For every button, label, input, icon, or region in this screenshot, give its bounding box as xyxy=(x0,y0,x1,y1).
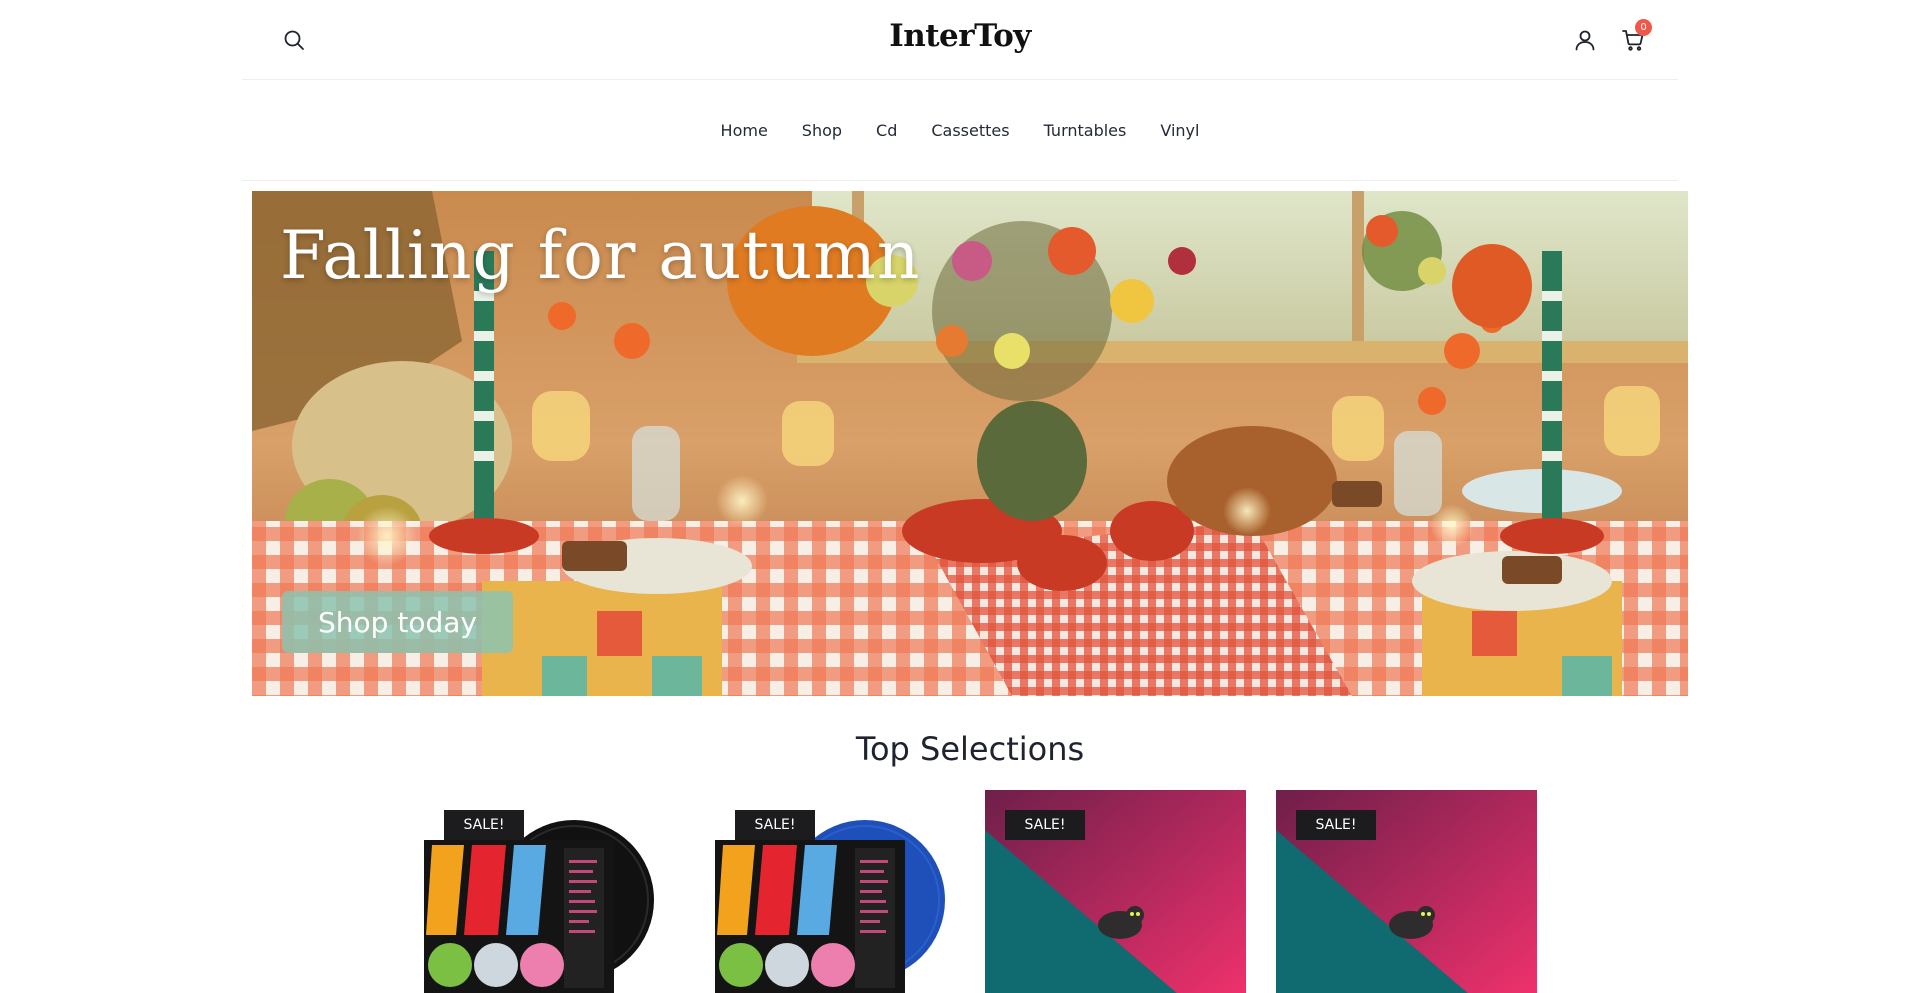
cart-button[interactable]: 0 xyxy=(1617,19,1652,56)
nav-item-shop[interactable]: Shop xyxy=(785,121,859,140)
search-icon xyxy=(284,30,304,50)
product-card[interactable]: SALE! xyxy=(424,790,685,993)
user-icon xyxy=(1575,30,1595,51)
section-title-top-selections: Top Selections xyxy=(855,730,1085,768)
nav-item-turntables[interactable]: Turntables xyxy=(1027,121,1144,140)
product-card[interactable]: SALE! xyxy=(985,790,1246,993)
cart-count-badge: 0 xyxy=(1635,19,1652,36)
nav-item-home[interactable]: Home xyxy=(704,121,785,140)
product-card[interactable]: SALE! xyxy=(715,790,976,993)
site-logo: InterToy xyxy=(242,18,1678,54)
nav-item-cd[interactable]: Cd xyxy=(859,121,914,140)
main-navigation: Home Shop Cd Cassettes Turntables Vinyl xyxy=(242,80,1678,181)
search-button[interactable] xyxy=(278,24,310,56)
hero-banner[interactable]: Falling for autumn Shop today xyxy=(252,191,1688,696)
sale-badge: SALE! xyxy=(444,810,524,840)
account-button[interactable] xyxy=(1569,24,1601,56)
hero-title: Falling for autumn xyxy=(280,217,921,294)
product-card[interactable]: SALE! xyxy=(1276,790,1537,993)
sale-badge: SALE! xyxy=(1296,810,1376,840)
shop-today-button[interactable]: Shop today xyxy=(282,591,513,653)
nav-item-vinyl[interactable]: Vinyl xyxy=(1143,121,1216,140)
nav-item-cassettes[interactable]: Cassettes xyxy=(914,121,1026,140)
site-header: InterToy 0 xyxy=(242,0,1678,80)
sale-badge: SALE! xyxy=(735,810,815,840)
sale-badge: SALE! xyxy=(1005,810,1085,840)
logo-text[interactable]: InterToy xyxy=(889,18,1031,54)
